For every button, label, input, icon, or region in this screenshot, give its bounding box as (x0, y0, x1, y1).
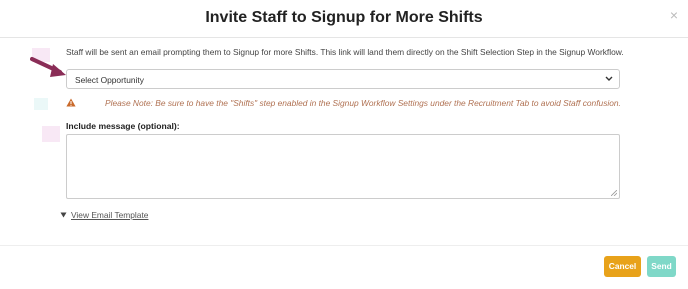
modal-header: Invite Staff to Signup for More Shifts × (0, 0, 688, 38)
resize-grip-icon[interactable] (611, 190, 617, 196)
invite-staff-modal: Invite Staff to Signup for More Shifts ×… (0, 0, 688, 288)
chevron-down-icon (605, 76, 613, 81)
warning-note: Please Note: Be sure to have the "Shifts… (105, 98, 621, 108)
opportunity-select-value: Select Opportunity (75, 75, 144, 85)
ghost-artifact (34, 98, 48, 110)
modal-title: Invite Staff to Signup for More Shifts (205, 9, 483, 26)
pointer-arrow-icon (30, 57, 66, 77)
send-button[interactable]: Send (647, 256, 676, 277)
message-textarea[interactable] (66, 134, 620, 199)
view-email-template-link[interactable]: View Email Template (71, 210, 148, 220)
modal-footer (0, 245, 688, 289)
warning-icon (66, 98, 76, 107)
cancel-button[interactable]: Cancel (604, 256, 641, 277)
modal-description: Staff will be sent an email prompting th… (66, 47, 624, 57)
ghost-artifact (42, 126, 60, 142)
message-label: Include message (optional): (66, 121, 180, 131)
caret-down-icon (60, 212, 67, 218)
close-icon[interactable]: × (670, 7, 678, 23)
opportunity-select[interactable]: Select Opportunity (66, 69, 620, 89)
